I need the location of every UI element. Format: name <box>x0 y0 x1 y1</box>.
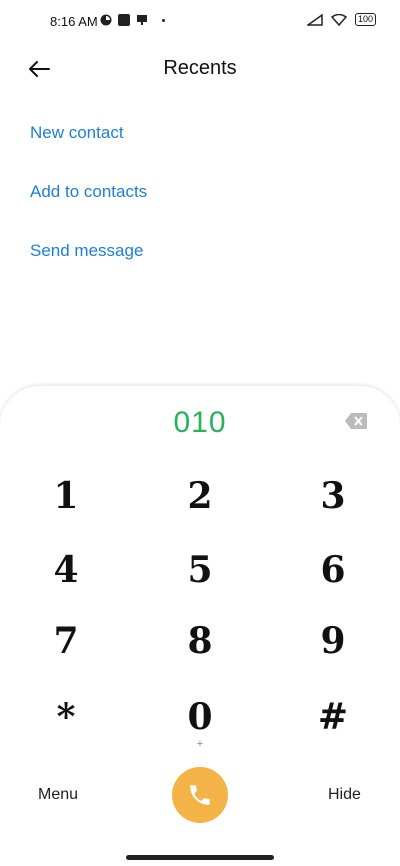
key-digit: 9 <box>320 620 346 662</box>
key-2[interactable]: 2 <box>155 474 245 534</box>
key-digit: 0 <box>187 696 213 738</box>
app-notification-icon <box>118 14 130 26</box>
key-3[interactable]: 3 <box>288 474 378 534</box>
key-star[interactable]: * <box>21 695 111 755</box>
key-9[interactable]: 9 <box>288 619 378 679</box>
key-sub-label: + <box>196 738 204 750</box>
key-digit: 2 <box>187 475 213 517</box>
key-digit: # <box>317 696 349 738</box>
hide-button[interactable]: Hide <box>328 786 361 804</box>
call-button[interactable] <box>172 767 228 823</box>
key-digit: 6 <box>320 549 346 591</box>
header: Recents <box>0 44 400 94</box>
key-digit: 7 <box>53 620 79 662</box>
key-digit: 5 <box>187 549 213 591</box>
dialed-number: 010 <box>173 406 227 439</box>
phone-icon <box>190 785 210 805</box>
more-notifications-icon <box>162 18 165 22</box>
vpn-icon <box>100 14 112 26</box>
key-digit: 3 <box>320 475 346 517</box>
key-1[interactable]: 1 <box>21 474 111 534</box>
key-4[interactable]: 4 <box>21 548 111 608</box>
key-7[interactable]: 7 <box>21 619 111 679</box>
cast-icon <box>137 15 147 25</box>
cellular-signal-icon <box>306 13 323 26</box>
key-6[interactable]: 6 <box>288 548 378 608</box>
status-system-icons: 100 <box>306 13 376 26</box>
key-digit: 4 <box>53 549 79 591</box>
backspace-icon[interactable] <box>344 412 368 430</box>
key-8[interactable]: 8 <box>155 619 245 679</box>
status-notification-icons <box>100 14 165 26</box>
page-title: Recents <box>163 57 237 79</box>
wifi-icon <box>330 13 347 26</box>
status-time: 8:16 AM <box>50 14 98 29</box>
send-message-link[interactable]: Send message <box>30 241 143 261</box>
battery-indicator: 100 <box>354 13 376 26</box>
key-0[interactable]: 0 + <box>155 695 245 755</box>
key-digit: 8 <box>187 620 213 662</box>
home-indicator[interactable] <box>126 855 274 860</box>
add-to-contacts-link[interactable]: Add to contacts <box>30 182 147 202</box>
new-contact-link[interactable]: New contact <box>30 123 124 143</box>
key-digit: * <box>56 696 76 738</box>
key-5[interactable]: 5 <box>155 548 245 608</box>
key-hash[interactable]: # <box>288 695 378 755</box>
menu-button[interactable]: Menu <box>38 786 78 804</box>
key-digit: 1 <box>53 475 79 517</box>
status-bar: 8:16 AM 100 <box>0 0 400 44</box>
